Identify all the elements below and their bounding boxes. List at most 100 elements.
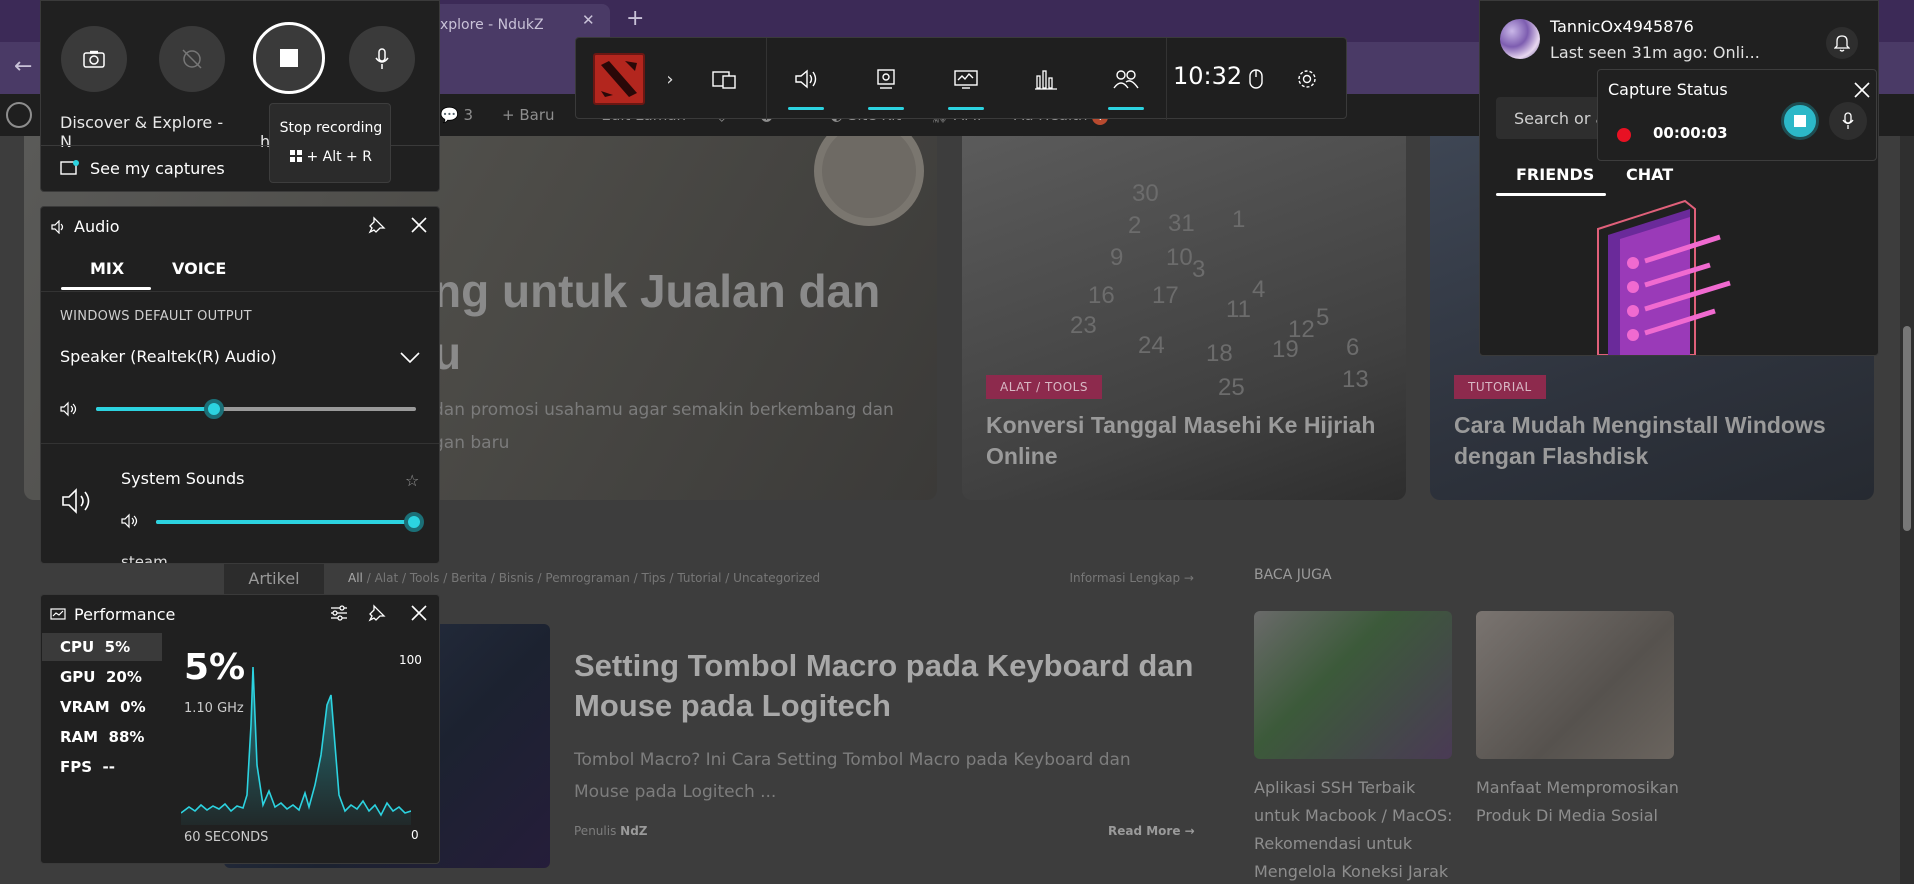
- chevron-right-icon[interactable]: ›: [652, 38, 688, 120]
- hero-title[interactable]: ng untuk Jualan dan u: [433, 260, 880, 384]
- output-device-select[interactable]: Speaker (Realtek(R) Audio): [60, 347, 277, 366]
- filter-cat[interactable]: All: [348, 571, 363, 585]
- related-thumb-phone[interactable]: [1476, 611, 1674, 759]
- close-icon[interactable]: [1852, 80, 1872, 104]
- see-my-captures-link[interactable]: See my captures: [90, 159, 225, 178]
- system-sounds-volume-icon[interactable]: [121, 513, 139, 533]
- related-thumb-macbook[interactable]: [1254, 611, 1452, 759]
- perf-min-label: 0: [411, 828, 419, 842]
- tooltip-title: Stop recording: [279, 120, 383, 136]
- close-icon[interactable]: [409, 215, 429, 239]
- resources-icon[interactable]: [1016, 38, 1076, 120]
- page-scrollbar[interactable]: [1900, 136, 1914, 884]
- filter-cat[interactable]: Pemrograman: [545, 571, 629, 585]
- post-author-name[interactable]: NdZ: [620, 824, 647, 838]
- stop-recording-tooltip: Stop recording + Alt + R: [269, 103, 391, 183]
- record-last-button[interactable]: [159, 26, 225, 92]
- pin-icon[interactable]: [367, 603, 387, 627]
- perf-row-fps[interactable]: FPS --: [42, 753, 162, 781]
- post-title[interactable]: Setting Tombol Macro pada Keyboard dan M…: [574, 646, 1214, 726]
- performance-toggle-icon[interactable]: [936, 38, 996, 120]
- tab-friends[interactable]: FRIENDS: [1516, 165, 1594, 184]
- audio-divider: [41, 443, 439, 444]
- screenshot-button[interactable]: [61, 26, 127, 92]
- system-sounds-label: System Sounds: [121, 469, 245, 488]
- options-sliders-icon[interactable]: [329, 603, 349, 627]
- tab-close-icon[interactable]: ✕: [582, 11, 595, 29]
- wordpress-logo-icon[interactable]: [6, 102, 32, 128]
- mic-toggle-button[interactable]: [349, 26, 415, 92]
- master-volume-icon[interactable]: [60, 401, 78, 421]
- system-sounds-slider[interactable]: [156, 512, 424, 532]
- audio-toggle-icon[interactable]: [776, 38, 836, 120]
- perf-row-gpu[interactable]: GPU 20%: [42, 663, 162, 691]
- star-icon[interactable]: ☆: [405, 471, 419, 490]
- perf-row-cpu[interactable]: CPU 5%: [42, 633, 162, 661]
- system-sounds-speaker-icon: [61, 487, 93, 519]
- system-sounds-thumb[interactable]: [404, 512, 424, 532]
- close-icon[interactable]: [409, 603, 429, 627]
- post-author-prefix: Penulis: [574, 824, 617, 838]
- filter-cat[interactable]: Alat / Tools: [375, 571, 440, 585]
- filter-cat[interactable]: Berita: [451, 571, 487, 585]
- category-filter-bar: Artikel All / Alat / Tools / Berita / Bi…: [224, 564, 1194, 594]
- social-toggle-icon[interactable]: [1096, 38, 1156, 120]
- back-arrow-icon[interactable]: ←: [14, 54, 32, 79]
- stop-recording-small-button[interactable]: [1781, 102, 1819, 140]
- post-card-calendar[interactable]: 30 2 31 1 9 10 3 4 5 16 17 11 12 6 23 24…: [962, 136, 1406, 500]
- card-badge[interactable]: ALAT / TOOLS: [986, 375, 1102, 399]
- tab-mix-underline: [61, 287, 151, 290]
- wp-new[interactable]: + Baru: [502, 106, 555, 124]
- perf-value: 88%: [108, 728, 145, 746]
- tab-chat[interactable]: CHAT: [1626, 165, 1673, 184]
- master-volume-slider[interactable]: [96, 399, 416, 419]
- filter-cat[interactable]: Tips: [642, 571, 666, 585]
- scrollbar-thumb[interactable]: [1903, 326, 1911, 531]
- settings-gear-icon[interactable]: [1284, 38, 1330, 120]
- avatar[interactable]: [1500, 19, 1540, 59]
- widget-menu-icon[interactable]: [694, 38, 754, 120]
- filter-info-link[interactable]: Informasi Lengkap →: [1069, 571, 1194, 585]
- chevron-down-icon[interactable]: [399, 349, 421, 368]
- username: TannicOx4945876: [1550, 17, 1694, 36]
- perf-label: GPU: [60, 668, 96, 686]
- new-tab-icon[interactable]: +: [626, 6, 644, 31]
- perf-row-vram[interactable]: VRAM 0%: [42, 693, 162, 721]
- card-title[interactable]: Cara Mudah Menginstall Windows dengan Fl…: [1454, 410, 1854, 472]
- capture-toggle-icon[interactable]: [856, 38, 916, 120]
- related-title[interactable]: Aplikasi SSH Terbaik untuk Macbook / Mac…: [1254, 774, 1459, 884]
- perf-label: RAM: [60, 728, 99, 746]
- coffee-cup-image: [814, 136, 924, 226]
- notifications-bell-icon[interactable]: [1826, 27, 1858, 59]
- stop-icon: [280, 49, 298, 67]
- hero-desc-line2: gan baru: [433, 433, 510, 453]
- capture-mic-button[interactable]: [1829, 102, 1867, 140]
- recording-indicator-icon: [1617, 128, 1631, 142]
- card-title[interactable]: Konversi Tanggal Masehi Ke Hijriah Onlin…: [986, 410, 1386, 472]
- stop-icon: [1794, 115, 1806, 127]
- perf-value: 20%: [105, 668, 142, 686]
- related-title[interactable]: Manfaat Mempromosikan Produk Di Media So…: [1476, 774, 1681, 830]
- microphone-icon: [1842, 112, 1854, 129]
- game-app-icon[interactable]: [593, 53, 645, 105]
- filter-cat[interactable]: Uncategorized: [733, 571, 820, 585]
- capture-status-title: Capture Status: [1608, 80, 1728, 99]
- pin-icon[interactable]: [367, 215, 387, 239]
- mouse-icon[interactable]: [1236, 38, 1276, 120]
- master-volume-thumb[interactable]: [204, 399, 224, 419]
- capture-widget: Discover & Explore - Nhrome See my captu…: [40, 0, 440, 192]
- tab-mix[interactable]: MIX: [90, 259, 124, 278]
- wp-new-label: Baru: [519, 106, 555, 124]
- perf-row-ram[interactable]: RAM 88%: [42, 723, 162, 751]
- perf-value: 0%: [120, 698, 146, 716]
- performance-title: Performance: [74, 605, 176, 624]
- filter-cat[interactable]: Tutorial: [677, 571, 721, 585]
- stop-recording-button[interactable]: [253, 22, 325, 94]
- filter-categories: All / Alat / Tools / Berita / Bisnis / P…: [348, 571, 821, 585]
- tab-voice[interactable]: VOICE: [172, 259, 226, 278]
- wp-comments[interactable]: 💬 3: [440, 106, 473, 124]
- read-more-link[interactable]: Read More →: [1108, 824, 1195, 838]
- filter-cat[interactable]: Bisnis: [499, 571, 534, 585]
- card-badge[interactable]: TUTORIAL: [1454, 375, 1546, 399]
- speaker-icon: [51, 219, 67, 238]
